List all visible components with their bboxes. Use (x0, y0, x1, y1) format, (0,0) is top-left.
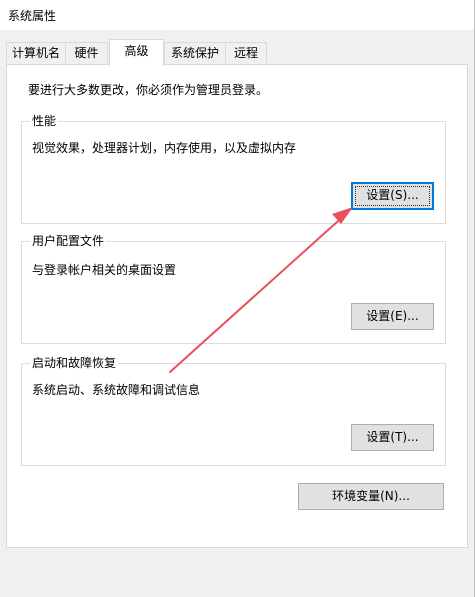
system-properties-window: 系统属性 计算机名 硬件 高级 系统保护 远程 要进行大多数更改，你必须作为管理… (0, 0, 475, 597)
user-profiles-description: 与登录帐户相关的桌面设置 (32, 263, 177, 277)
startup-recovery-group-title: 启动和故障恢复 (30, 355, 119, 371)
user-profiles-group-title: 用户配置文件 (30, 233, 107, 249)
environment-variables-button[interactable]: 环境变量(N)... (298, 483, 444, 510)
performance-description: 视觉效果，处理器计划，内存使用，以及虚拟内存 (32, 141, 297, 155)
advanced-tab-panel: 要进行大多数更改，你必须作为管理员登录。 性能 视觉效果，处理器计划，内存使用，… (6, 64, 468, 548)
performance-group: 性能 视觉效果，处理器计划，内存使用，以及虚拟内存 设置(S)... (21, 113, 446, 224)
tab-system-protection[interactable]: 系统保护 (164, 42, 226, 63)
tab-remote[interactable]: 远程 (225, 42, 267, 63)
performance-settings-button[interactable]: 设置(S)... (351, 182, 434, 210)
user-profiles-group: 用户配置文件 与登录帐户相关的桌面设置 设置(E)... (21, 233, 446, 344)
title-bar[interactable]: 系统属性 (0, 0, 474, 30)
startup-recovery-settings-button[interactable]: 设置(T)... (351, 424, 434, 451)
tab-advanced[interactable]: 高级 (109, 39, 164, 66)
performance-group-title: 性能 (30, 113, 59, 129)
admin-note: 要进行大多数更改，你必须作为管理员登录。 (28, 83, 269, 97)
tab-computer-name[interactable]: 计算机名 (6, 42, 66, 63)
user-profiles-settings-button[interactable]: 设置(E)... (351, 303, 434, 330)
startup-recovery-description: 系统启动、系统故障和调试信息 (32, 383, 201, 397)
startup-recovery-group: 启动和故障恢复 系统启动、系统故障和调试信息 设置(T)... (21, 355, 446, 466)
performance-settings-label: 设置(S)... (366, 188, 419, 202)
tab-hardware[interactable]: 硬件 (65, 42, 108, 63)
window-title: 系统属性 (8, 9, 57, 23)
